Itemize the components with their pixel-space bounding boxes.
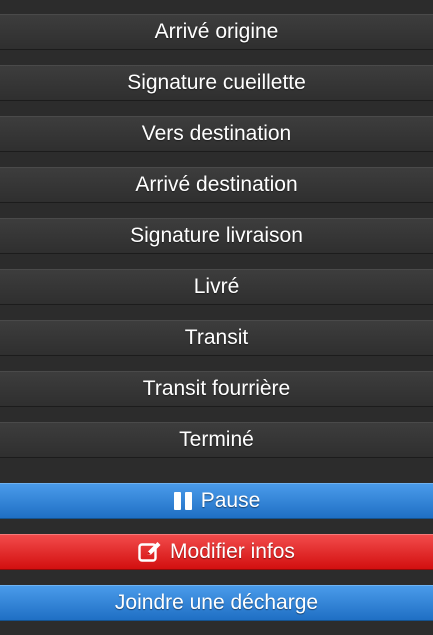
status-button-arrive-origine[interactable]: Arrivé origine xyxy=(0,14,433,50)
status-button-label: Livré xyxy=(193,275,240,298)
attach-discharge-button[interactable]: Joindre une décharge xyxy=(0,585,433,621)
status-button-livre[interactable]: Livré xyxy=(0,269,433,305)
status-button-label: Transit fourrière xyxy=(142,377,291,400)
status-button-transit[interactable]: Transit xyxy=(0,320,433,356)
edit-icon xyxy=(138,541,162,563)
status-button-label: Signature cueillette xyxy=(127,71,306,94)
status-button-termine[interactable]: Terminé xyxy=(0,422,433,458)
modify-info-button[interactable]: Modifier infos xyxy=(0,534,433,570)
status-button-vers-destination[interactable]: Vers destination xyxy=(0,116,433,152)
status-button-signature-livraison[interactable]: Signature livraison xyxy=(0,218,433,254)
status-button-label: Arrivé destination xyxy=(135,173,298,196)
status-button-label: Vers destination xyxy=(141,122,292,145)
status-button-label: Signature livraison xyxy=(130,224,303,247)
status-button-label: Arrivé origine xyxy=(154,20,279,43)
status-button-transit-fourriere[interactable]: Transit fourrière xyxy=(0,371,433,407)
attach-discharge-button-label: Joindre une décharge xyxy=(114,591,319,614)
status-button-signature-cueillette[interactable]: Signature cueillette xyxy=(0,65,433,101)
status-button-label: Terminé xyxy=(179,428,254,451)
modify-info-button-label: Modifier infos xyxy=(170,540,295,563)
pause-button[interactable]: Pause xyxy=(0,483,433,519)
pause-icon xyxy=(173,491,193,511)
status-button-label: Transit xyxy=(184,326,249,349)
status-button-arrive-destination[interactable]: Arrivé destination xyxy=(0,167,433,203)
pause-button-label: Pause xyxy=(200,489,261,512)
status-panel: Arrivé origine Signature cueillette Vers… xyxy=(0,0,433,635)
